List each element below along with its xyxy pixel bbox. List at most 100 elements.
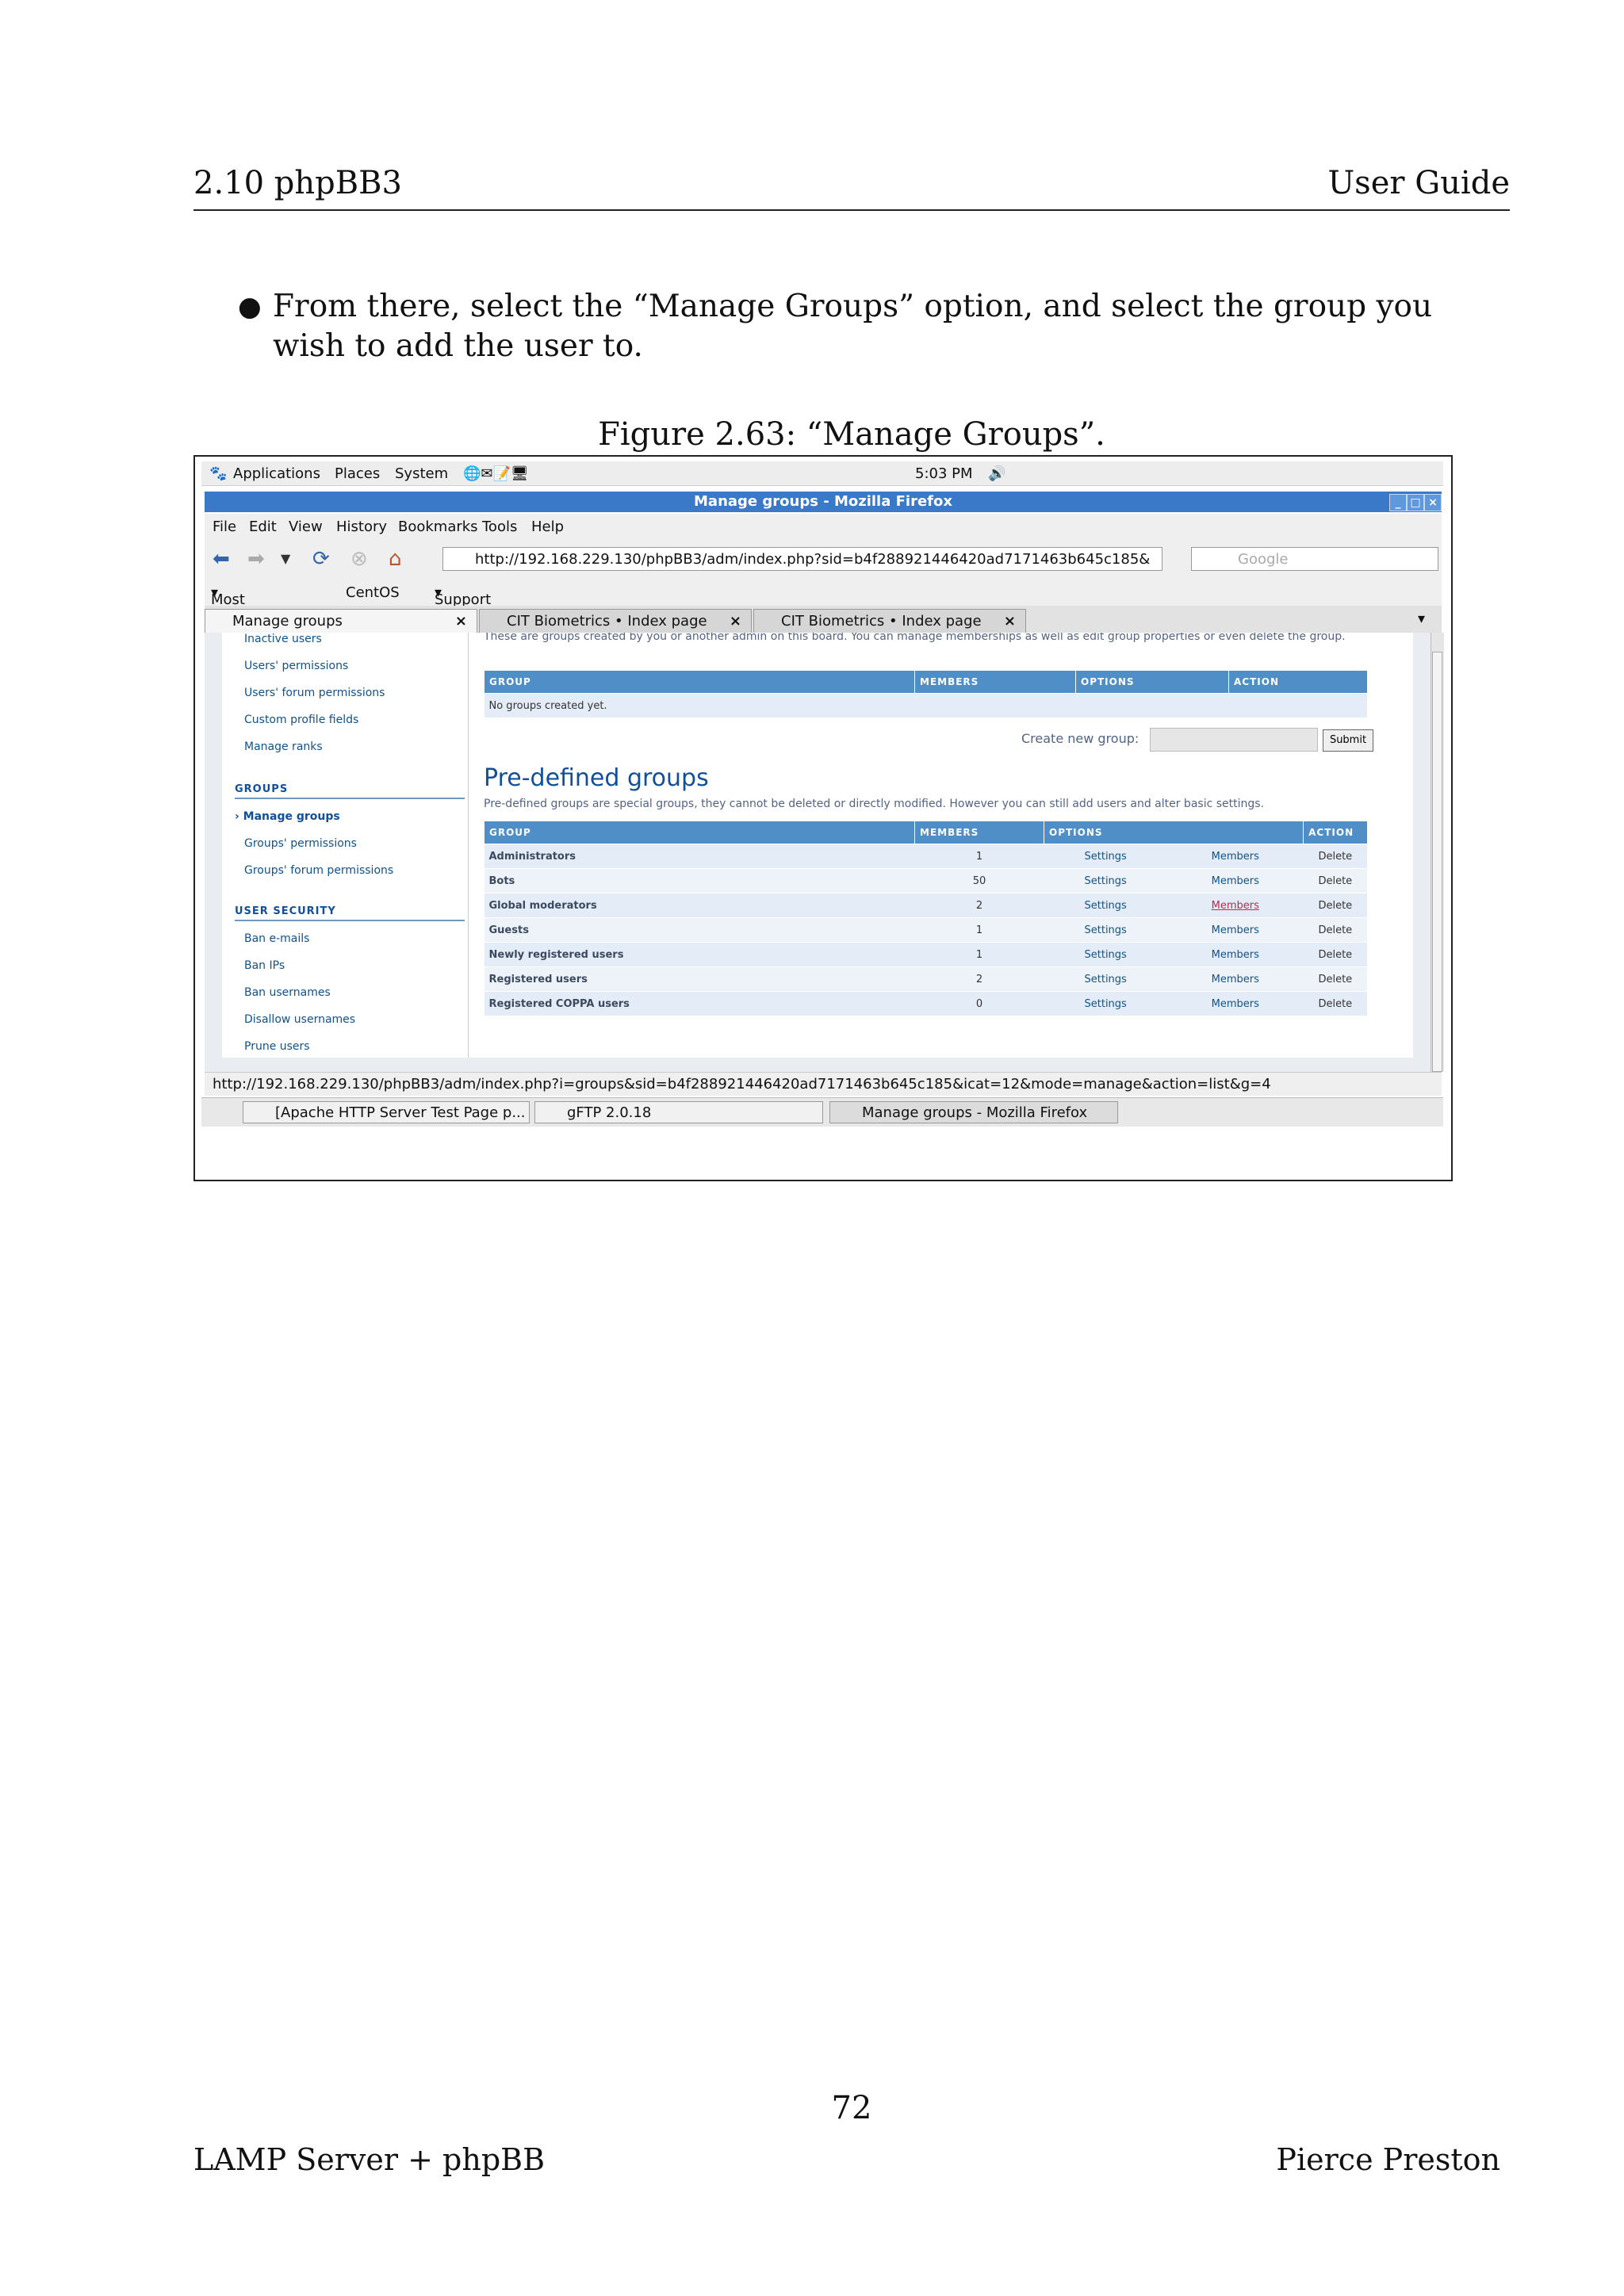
menu-view[interactable]: View [289, 519, 323, 535]
tab-bar: Manage groups × CIT Biometrics • Index pa… [205, 606, 1442, 633]
menu-tools[interactable]: Tools [482, 519, 517, 535]
sidebar-item-manage-groups[interactable]: › Manage groups [235, 810, 340, 823]
menu-help[interactable]: Help [531, 519, 564, 535]
tab-list-icon[interactable]: ▾ [1418, 610, 1425, 627]
submit-button[interactable]: Submit [1323, 729, 1373, 752]
col-options: OPTIONS [1075, 671, 1229, 694]
sidebar-item-groups-permissions[interactable]: Groups' permissions [244, 837, 357, 850]
page-number: 72 [831, 2090, 872, 2126]
status-bar: http://192.168.229.130/phpBB3/adm/index.… [205, 1072, 1442, 1096]
table-row: Registered users 2 Settings Members Delet… [484, 966, 1367, 992]
sidebar-item-users-permissions[interactable]: Users' permissions [244, 660, 348, 672]
tab-manage-groups[interactable]: Manage groups × [205, 609, 477, 633]
sidebar-item-custom-profile-fields[interactable]: Custom profile fields [244, 714, 358, 726]
sidebar-heading-groups: GROUPS [235, 783, 465, 799]
col-action: ACTION [1228, 671, 1367, 694]
back-icon[interactable]: ⬅ [213, 549, 230, 569]
url-text: http://192.168.229.130/phpBB3/adm/index.… [475, 551, 1151, 568]
sidebar-item-users-forum-permissions[interactable]: Users' forum permissions [244, 687, 385, 699]
url-input[interactable]: http://192.168.229.130/phpBB3/adm/index.… [442, 547, 1162, 571]
menu-history[interactable]: History [336, 519, 387, 535]
footer-left: LAMP Server + phpBB [193, 2142, 546, 2177]
screenshot-figure: 🐾 Applications Places System 🌐✉📝🖥 5:03 P… [193, 455, 1453, 1181]
delete-link[interactable]: Delete [1303, 868, 1367, 894]
places-menu[interactable]: Places [335, 465, 380, 482]
delete-link[interactable]: Delete [1303, 893, 1367, 918]
bookmark-centos[interactable]: CentOS [346, 584, 400, 601]
members-link[interactable]: Members [1166, 868, 1304, 894]
empty-groups-message: No groups created yet. [484, 693, 1367, 718]
applications-menu[interactable]: Applications [233, 465, 320, 482]
sidebar-item-inactive-users[interactable]: Inactive users [244, 633, 322, 645]
settings-link[interactable]: Settings [1044, 966, 1167, 992]
create-group-label: Create new group: [1021, 731, 1139, 746]
delete-link[interactable]: Delete [1303, 844, 1367, 869]
tab-cit-biometrics-1[interactable]: CIT Biometrics • Index page × [479, 609, 752, 633]
minimize-icon[interactable]: _ [1389, 494, 1407, 511]
home-icon[interactable]: ⌂ [389, 549, 402, 569]
scrollbar-thumb[interactable] [1432, 652, 1442, 1072]
menu-edit[interactable]: Edit [249, 519, 277, 535]
sidebar-item-ban-ips[interactable]: Ban IPs [244, 959, 285, 972]
delete-link[interactable]: Delete [1303, 942, 1367, 967]
page-header: 2.10 phpBB3 User Guide [193, 165, 1510, 211]
volume-icon[interactable]: 🔊 [988, 465, 1005, 482]
sidebar-item-prune-users[interactable]: Prune users [244, 1040, 310, 1053]
system-menu[interactable]: System [395, 465, 448, 482]
task-gftp[interactable]: gFTP 2.0.18 [534, 1101, 823, 1123]
members-link[interactable]: Members [1166, 893, 1304, 918]
launcher-icons[interactable]: 🌐✉📝🖥 [463, 465, 529, 482]
delete-link[interactable]: Delete [1303, 991, 1367, 1016]
task-apache[interactable]: [Apache HTTP Server Test Page p... [243, 1101, 530, 1123]
scrollbar[interactable] [1431, 633, 1444, 1072]
sidebar-item-groups-forum-permissions[interactable]: Groups' forum permissions [244, 864, 393, 877]
table-row: Bots 50 Settings Members Delete [484, 868, 1367, 894]
page-content: Inactive users Users' permissions Users'… [205, 633, 1431, 1072]
close-tab-icon[interactable]: × [1004, 610, 1016, 633]
members-link[interactable]: Members [1166, 966, 1304, 992]
bookmark-most-visited[interactable]: Most Visited▾ [211, 584, 259, 625]
stop-icon[interactable]: ⊗ [350, 549, 368, 569]
clock: 5:03 PM [915, 465, 973, 482]
menu-bookmarks[interactable]: Bookmarks [398, 519, 478, 535]
delete-link[interactable]: Delete [1303, 917, 1367, 943]
maximize-icon[interactable]: □ [1407, 494, 1424, 511]
sidebar-item-ban-emails[interactable]: Ban e-mails [244, 932, 309, 945]
sidebar-item-disallow-usernames[interactable]: Disallow usernames [244, 1013, 355, 1026]
members-link[interactable]: Members [1166, 917, 1304, 943]
menu-file[interactable]: File [213, 519, 236, 535]
settings-link[interactable]: Settings [1044, 942, 1167, 967]
window-title: Manage groups - Mozilla Firefox [694, 493, 952, 510]
sidebar-heading-user-security: USER SECURITY [235, 905, 465, 921]
user-groups-table: GROUP MEMBERS OPTIONS ACTION No groups c… [484, 671, 1367, 718]
table-row: Registered COPPA users 0 Settings Members… [484, 991, 1367, 1016]
forward-icon[interactable]: ➡ [247, 549, 265, 569]
history-dropdown-icon[interactable]: ▼ [281, 549, 290, 569]
delete-link[interactable]: Delete [1303, 966, 1367, 992]
bullet-dot: ● [238, 291, 262, 323]
col-members: MEMBERS [914, 821, 1044, 844]
bullet-text: From there, select the “Manage Groups” o… [273, 289, 1433, 364]
bookmark-support[interactable]: Support ▾ [435, 584, 491, 608]
settings-link[interactable]: Settings [1044, 893, 1167, 918]
bookmarks-toolbar: Most Visited▾ CentOS Support▾ [205, 577, 1442, 625]
search-placeholder: Google [1238, 551, 1289, 568]
settings-link[interactable]: Settings [1044, 991, 1167, 1016]
task-firefox[interactable]: Manage groups - Mozilla Firefox [829, 1101, 1118, 1123]
close-tab-icon[interactable]: × [730, 610, 741, 633]
search-input[interactable]: Google [1191, 547, 1438, 571]
members-link[interactable]: Members [1166, 991, 1304, 1016]
members-link[interactable]: Members [1166, 942, 1304, 967]
settings-link[interactable]: Settings [1044, 868, 1167, 894]
close-icon[interactable]: × [1424, 494, 1442, 511]
sidebar-item-ban-usernames[interactable]: Ban usernames [244, 986, 331, 999]
reload-icon[interactable]: ⟳ [312, 549, 330, 569]
tab-cit-biometrics-2[interactable]: CIT Biometrics • Index page × [753, 609, 1026, 633]
create-group-input[interactable] [1150, 728, 1318, 752]
settings-link[interactable]: Settings [1044, 844, 1167, 869]
settings-link[interactable]: Settings [1044, 917, 1167, 943]
close-tab-icon[interactable]: × [455, 610, 467, 633]
sidebar-item-manage-ranks[interactable]: Manage ranks [244, 740, 323, 753]
table-row: Guests 1 Settings Members Delete [484, 917, 1367, 943]
members-link[interactable]: Members [1166, 844, 1304, 869]
